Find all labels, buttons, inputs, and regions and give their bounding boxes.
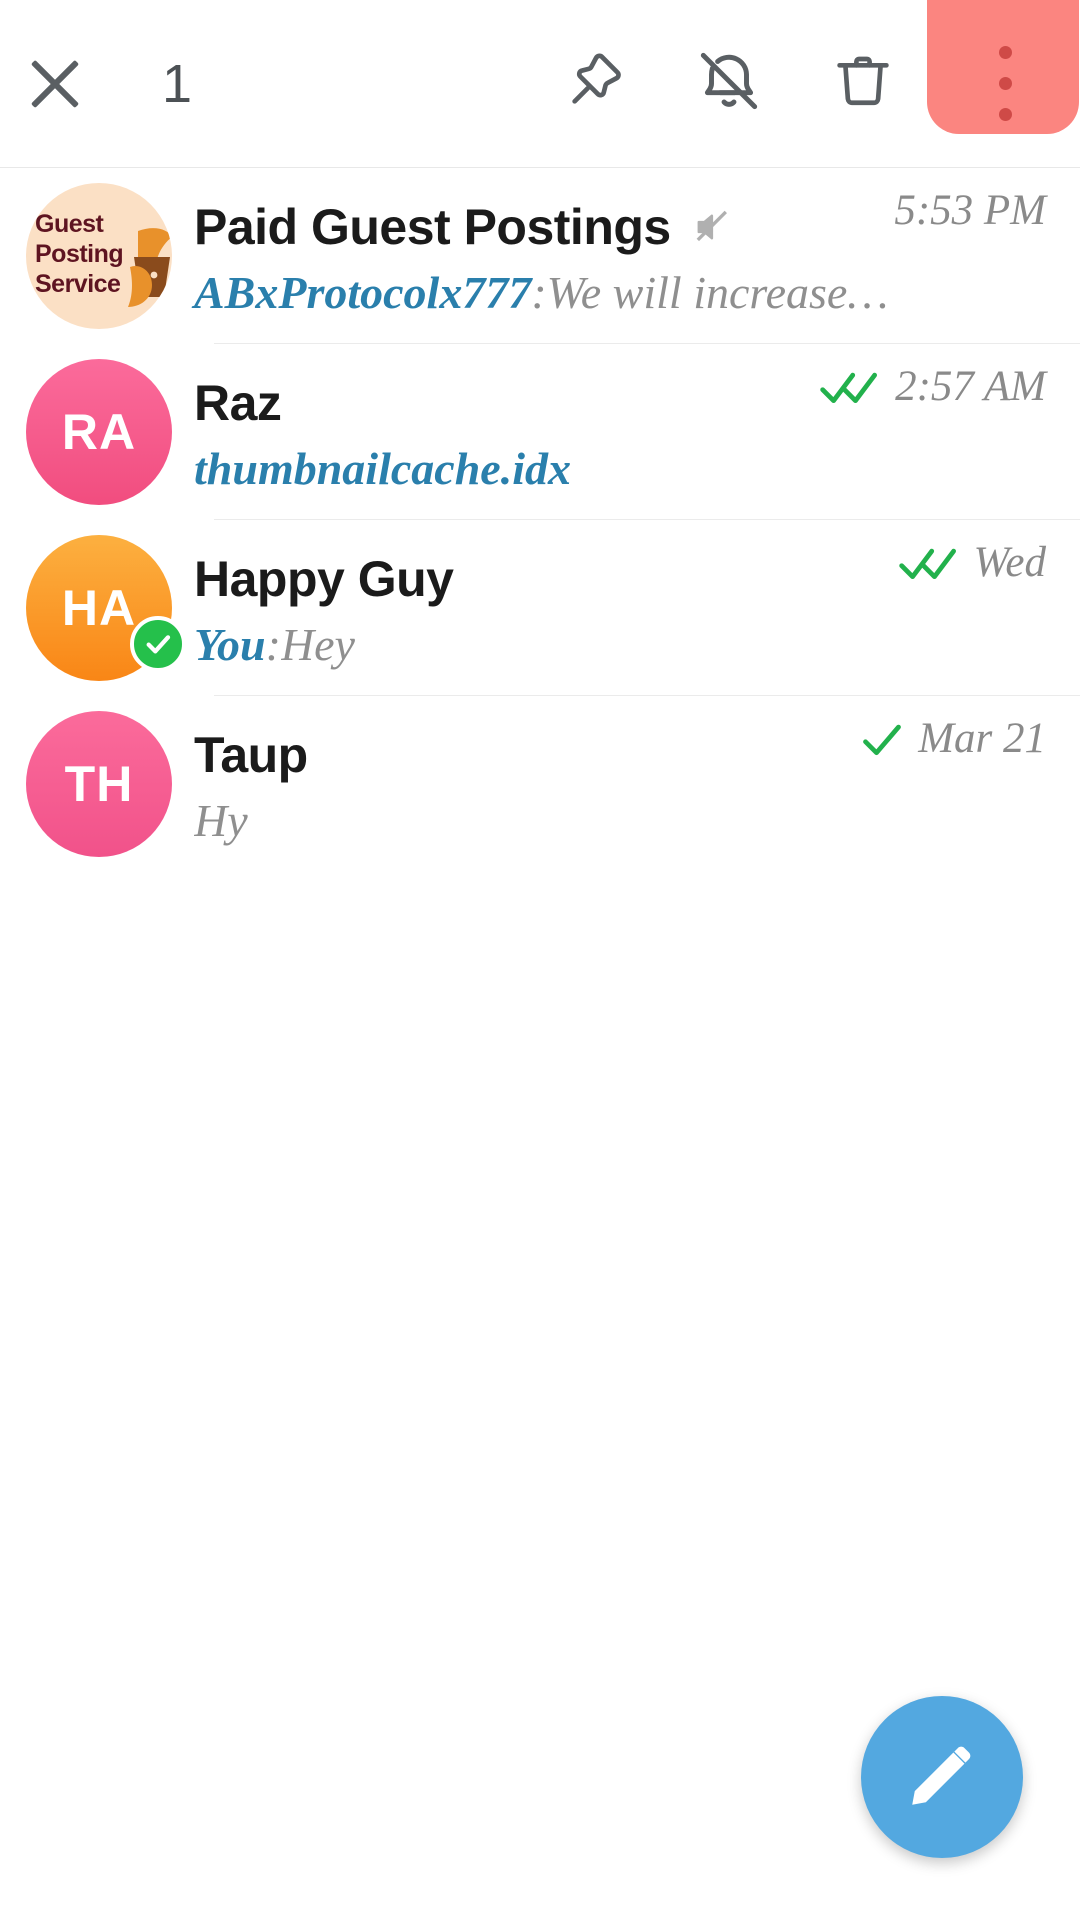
chat-item-preview-row: thumbnailcache.idx xyxy=(194,442,1046,495)
preview-separator: : xyxy=(531,266,547,318)
mute-chat-button[interactable] xyxy=(662,0,796,168)
chat-item-body: Happy Guy You : Hey Wed xyxy=(194,520,1080,696)
chat-list-item[interactable]: HA Happy Guy You : Hey Wed xyxy=(0,520,1080,696)
chat-item-body: Taup Hy Mar 21 xyxy=(194,696,1080,872)
preview-sender: ABxProtocolx777 xyxy=(194,266,532,318)
chat-name: Taup xyxy=(194,726,308,783)
avatar-logo-graphic xyxy=(128,228,172,307)
avatar[interactable]: TH xyxy=(26,711,172,857)
appbar-left-group: 1 xyxy=(0,29,192,139)
close-icon xyxy=(27,56,83,112)
preview-text: Hy xyxy=(194,794,248,846)
avatar-container: RA xyxy=(26,344,194,520)
chat-item-meta: 5:53 PM xyxy=(894,186,1046,235)
chat-item-meta: Mar 21 xyxy=(860,714,1046,763)
trash-icon xyxy=(830,48,896,119)
chat-item-preview-row: ABxProtocolx777 : We will increase… xyxy=(194,266,1046,319)
chat-list-screen: 1 Guest Posting Service Paid Guest Posti… xyxy=(0,0,1080,1920)
read-receipt-double-check-icon xyxy=(819,366,881,408)
pencil-icon xyxy=(904,1737,980,1818)
timestamp: Mar 21 xyxy=(918,715,1046,762)
mute-bell-icon xyxy=(694,46,764,121)
chat-name: Happy Guy xyxy=(194,550,454,607)
preview-separator: : xyxy=(265,618,281,670)
chat-item-body: Raz thumbnailcache.idx 2:57 AM xyxy=(194,344,1080,520)
muted-speaker-icon xyxy=(693,208,731,246)
chat-list-item[interactable]: RA Raz thumbnailcache.idx 2:57 AM xyxy=(0,344,1080,520)
avatar-initials: HA xyxy=(61,580,137,636)
selected-check-badge xyxy=(130,616,186,672)
chat-item-body: Paid Guest Postings ABxProtocolx777 : We… xyxy=(194,168,1080,344)
chat-list-item[interactable]: TH Taup Hy Mar 21 xyxy=(0,696,1080,872)
pin-chat-button[interactable] xyxy=(528,0,662,168)
timestamp: 5:53 PM xyxy=(894,187,1046,234)
chat-list-item[interactable]: Guest Posting Service Paid Guest Posting… xyxy=(0,168,1080,344)
chat-item-preview-row: You : Hey xyxy=(194,618,1046,671)
chat-name: Raz xyxy=(194,374,282,431)
preview-sender: You xyxy=(194,618,266,670)
overflow-menu-icon xyxy=(998,46,1012,121)
avatar-container: HA xyxy=(26,520,194,696)
read-receipt-single-check-icon xyxy=(860,718,904,760)
overflow-menu-button[interactable] xyxy=(927,0,1080,168)
chat-item-meta: 2:57 AM xyxy=(819,362,1046,411)
avatar[interactable]: RA xyxy=(26,359,172,505)
avatar-initials: TH xyxy=(64,756,134,812)
chat-item-meta: Wed xyxy=(898,538,1046,587)
selection-action-bar: 1 xyxy=(0,0,1080,168)
pin-icon xyxy=(562,48,628,119)
chat-item-preview-row: Hy xyxy=(194,794,1046,847)
chat-name: Paid Guest Postings xyxy=(194,198,671,255)
avatar-container: Guest Posting Service xyxy=(26,168,194,344)
appbar-actions-group xyxy=(528,0,1080,167)
preview-text: We will increase… xyxy=(546,266,889,318)
compose-new-message-fab[interactable] xyxy=(861,1696,1023,1858)
preview-text: Hey xyxy=(280,618,355,670)
avatar-container: TH xyxy=(26,696,194,872)
preview-text: thumbnailcache.idx xyxy=(194,442,571,494)
selected-count-label: 1 xyxy=(162,53,193,114)
chat-list: Guest Posting Service Paid Guest Posting… xyxy=(0,168,1080,872)
avatar-initials: RA xyxy=(61,404,137,460)
timestamp: Wed xyxy=(973,539,1046,586)
delete-chat-button[interactable] xyxy=(796,0,930,168)
read-receipt-double-check-icon xyxy=(898,542,960,584)
timestamp: 2:57 AM xyxy=(895,363,1046,410)
avatar[interactable]: Guest Posting Service xyxy=(26,183,172,329)
close-selection-button[interactable] xyxy=(0,29,110,139)
